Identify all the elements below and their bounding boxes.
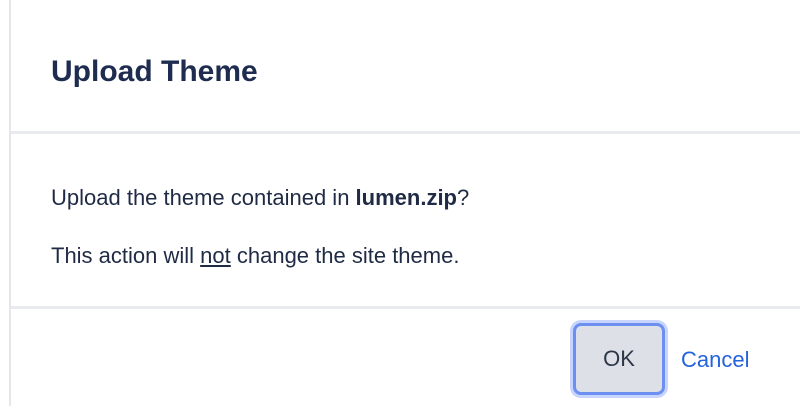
note-suffix: change the site theme. (230, 243, 460, 268)
upload-theme-dialog: Upload Theme Upload the theme contained … (0, 0, 800, 406)
message-prefix: Upload the theme contained in (51, 185, 356, 210)
site-theme-note: This action will not change the site the… (51, 242, 459, 270)
message-suffix: ? (457, 185, 470, 210)
dialog-footer: OK Cancel (11, 309, 800, 406)
theme-filename: lumen.zip (355, 185, 457, 210)
note-emphasis: not (200, 243, 231, 268)
ok-button[interactable]: OK (573, 323, 665, 395)
confirmation-message: Upload the theme contained in lumen.zip? (51, 184, 469, 212)
cancel-link[interactable]: Cancel (681, 346, 749, 374)
dialog-body: Upload the theme contained in lumen.zip?… (11, 134, 800, 309)
note-prefix: This action will (51, 243, 201, 268)
dialog-title: Upload Theme (51, 55, 258, 88)
dialog-header: Upload Theme (11, 0, 800, 134)
